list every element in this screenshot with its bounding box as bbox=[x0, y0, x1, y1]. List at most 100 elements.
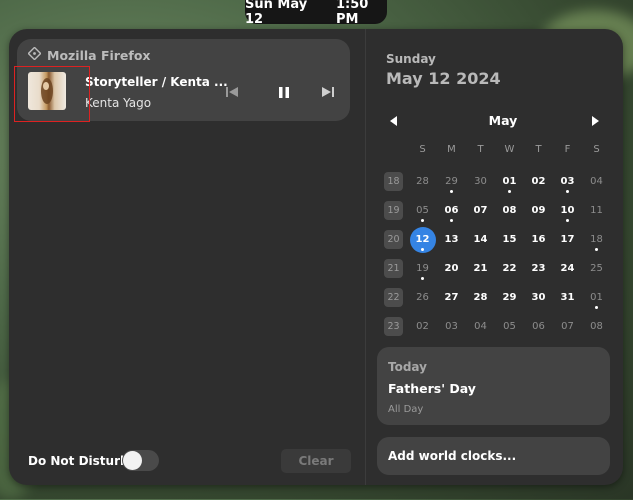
calendar-day-number: 16 bbox=[531, 234, 546, 245]
media-app-header: Mozilla Firefox bbox=[27, 46, 151, 63]
calendar-week-row: 23 02 03 04 05 06 07 08 bbox=[379, 312, 611, 341]
calendar-day[interactable]: 10 bbox=[553, 196, 582, 225]
calendar-day-number: 05 bbox=[416, 205, 429, 216]
week-number: 23 bbox=[379, 312, 408, 341]
calendar-weeks: 18 28 29 30 01 02 03 04 19 05 06 07 08 09 10 11 20 12 13 14… bbox=[379, 167, 611, 341]
calendar-month-label: May bbox=[488, 113, 518, 128]
do-not-disturb-label: Do Not Disturb bbox=[28, 454, 129, 468]
calendar-day-headers: SMTWTFS bbox=[379, 138, 611, 167]
calendar-day-number: 04 bbox=[474, 321, 487, 332]
day-header: T bbox=[477, 143, 484, 155]
calendar-day[interactable]: 16 bbox=[524, 225, 553, 254]
calendar-day[interactable]: 08 bbox=[582, 312, 611, 341]
calendar-day-number: 03 bbox=[445, 321, 458, 332]
today-events-card[interactable]: Today Fathers' Day All Day bbox=[377, 347, 610, 425]
calendar-day[interactable]: 19 bbox=[408, 254, 437, 283]
calendar-day[interactable]: 15 bbox=[495, 225, 524, 254]
calendar-day-number: 22 bbox=[502, 263, 517, 274]
calendar-day[interactable]: 28 bbox=[466, 283, 495, 312]
calendar-day[interactable]: 01 bbox=[495, 167, 524, 196]
next-month-icon[interactable] bbox=[590, 116, 600, 126]
calendar-day[interactable]: 07 bbox=[466, 196, 495, 225]
event-indicator-dot bbox=[421, 248, 424, 251]
calendar-day[interactable]: 05 bbox=[495, 312, 524, 341]
calendar-day-number: 05 bbox=[503, 321, 516, 332]
calendar-day-number: 19 bbox=[416, 263, 429, 274]
day-header: S bbox=[593, 143, 600, 155]
notification-calendar-panel: Mozilla Firefox Storyteller / Kenta ... … bbox=[9, 29, 623, 485]
week-number-label: 20 bbox=[384, 230, 403, 249]
calendar-day[interactable]: 13 bbox=[437, 225, 466, 254]
calendar-day[interactable]: 29 bbox=[437, 167, 466, 196]
calendar-day[interactable]: 17 bbox=[553, 225, 582, 254]
calendar-day[interactable]: 30 bbox=[466, 167, 495, 196]
previous-icon[interactable] bbox=[223, 83, 241, 101]
calendar-day[interactable]: 09 bbox=[524, 196, 553, 225]
calendar-day[interactable]: 22 bbox=[495, 254, 524, 283]
events-header: Today bbox=[388, 360, 427, 374]
do-not-disturb-toggle[interactable] bbox=[122, 450, 159, 471]
calendar-weekday[interactable]: Sunday bbox=[386, 52, 436, 66]
calendar-day[interactable]: 18 bbox=[582, 225, 611, 254]
pause-icon[interactable] bbox=[275, 83, 293, 101]
calendar-day[interactable]: 03 bbox=[437, 312, 466, 341]
calendar-day[interactable]: 04 bbox=[582, 167, 611, 196]
calendar-full-date[interactable]: May 12 2024 bbox=[386, 69, 501, 88]
calendar-day-number: 01 bbox=[502, 176, 517, 187]
event-indicator-dot bbox=[566, 190, 569, 193]
calendar-day[interactable]: 21 bbox=[466, 254, 495, 283]
event-indicator-dot bbox=[421, 277, 424, 280]
calendar-day[interactable]: 06 bbox=[524, 312, 553, 341]
calendar-day-number: 24 bbox=[560, 263, 575, 274]
calendar-day-number: 17 bbox=[560, 234, 575, 245]
calendar-day[interactable]: 31 bbox=[553, 283, 582, 312]
calendar-day-today[interactable]: 12 bbox=[408, 225, 437, 254]
calendar-day-number: 21 bbox=[473, 263, 488, 274]
calendar-day[interactable]: 03 bbox=[553, 167, 582, 196]
calendar-day[interactable]: 01 bbox=[582, 283, 611, 312]
day-header: M bbox=[447, 143, 456, 155]
calendar-day[interactable]: 29 bbox=[495, 283, 524, 312]
calendar-day[interactable]: 23 bbox=[524, 254, 553, 283]
media-app-name: Mozilla Firefox bbox=[47, 47, 151, 63]
calendar-day[interactable]: 26 bbox=[408, 283, 437, 312]
calendar-day[interactable]: 04 bbox=[466, 312, 495, 341]
calendar-day[interactable]: 24 bbox=[553, 254, 582, 283]
week-number-label: 23 bbox=[384, 317, 403, 336]
week-number: 22 bbox=[379, 283, 408, 312]
event-indicator-dot bbox=[508, 190, 511, 193]
calendar-day[interactable]: 20 bbox=[437, 254, 466, 283]
calendar-day[interactable]: 28 bbox=[408, 167, 437, 196]
firefox-diamond-icon bbox=[27, 46, 42, 63]
add-world-clocks-button[interactable]: Add world clocks... bbox=[377, 437, 610, 475]
day-header: T bbox=[535, 143, 542, 155]
selection-highlight bbox=[14, 66, 90, 122]
calendar-day-number: 23 bbox=[531, 263, 546, 274]
calendar-day[interactable]: 14 bbox=[466, 225, 495, 254]
calendar-day[interactable]: 30 bbox=[524, 283, 553, 312]
event-title: Fathers' Day bbox=[388, 381, 476, 396]
event-indicator-dot bbox=[450, 190, 453, 193]
clock-time: 1:50 PM bbox=[335, 0, 369, 27]
calendar-day[interactable]: 08 bbox=[495, 196, 524, 225]
week-number-label: 22 bbox=[384, 288, 403, 307]
calendar-day[interactable]: 05 bbox=[408, 196, 437, 225]
calendar-day[interactable]: 02 bbox=[408, 312, 437, 341]
calendar-day-number: 11 bbox=[590, 205, 603, 216]
calendar-day[interactable]: 06 bbox=[437, 196, 466, 225]
week-number-label: 21 bbox=[384, 259, 403, 278]
calendar-week-row: 21 19 20 21 22 23 24 25 bbox=[379, 254, 611, 283]
calendar-day[interactable]: 27 bbox=[437, 283, 466, 312]
calendar-day-number: 26 bbox=[416, 292, 429, 303]
calendar-day[interactable]: 02 bbox=[524, 167, 553, 196]
calendar-day[interactable]: 07 bbox=[553, 312, 582, 341]
event-time: All Day bbox=[388, 404, 424, 415]
top-bar-clock[interactable]: Sun May 12 1:50 PM bbox=[245, 0, 387, 27]
clear-notifications-button[interactable]: Clear bbox=[281, 449, 351, 473]
calendar-day[interactable]: 11 bbox=[582, 196, 611, 225]
calendar-day[interactable]: 25 bbox=[582, 254, 611, 283]
calendar-day-number: 09 bbox=[531, 205, 546, 216]
event-indicator-dot bbox=[421, 219, 424, 222]
next-icon[interactable] bbox=[319, 83, 337, 101]
calendar-day-number: 29 bbox=[502, 292, 517, 303]
